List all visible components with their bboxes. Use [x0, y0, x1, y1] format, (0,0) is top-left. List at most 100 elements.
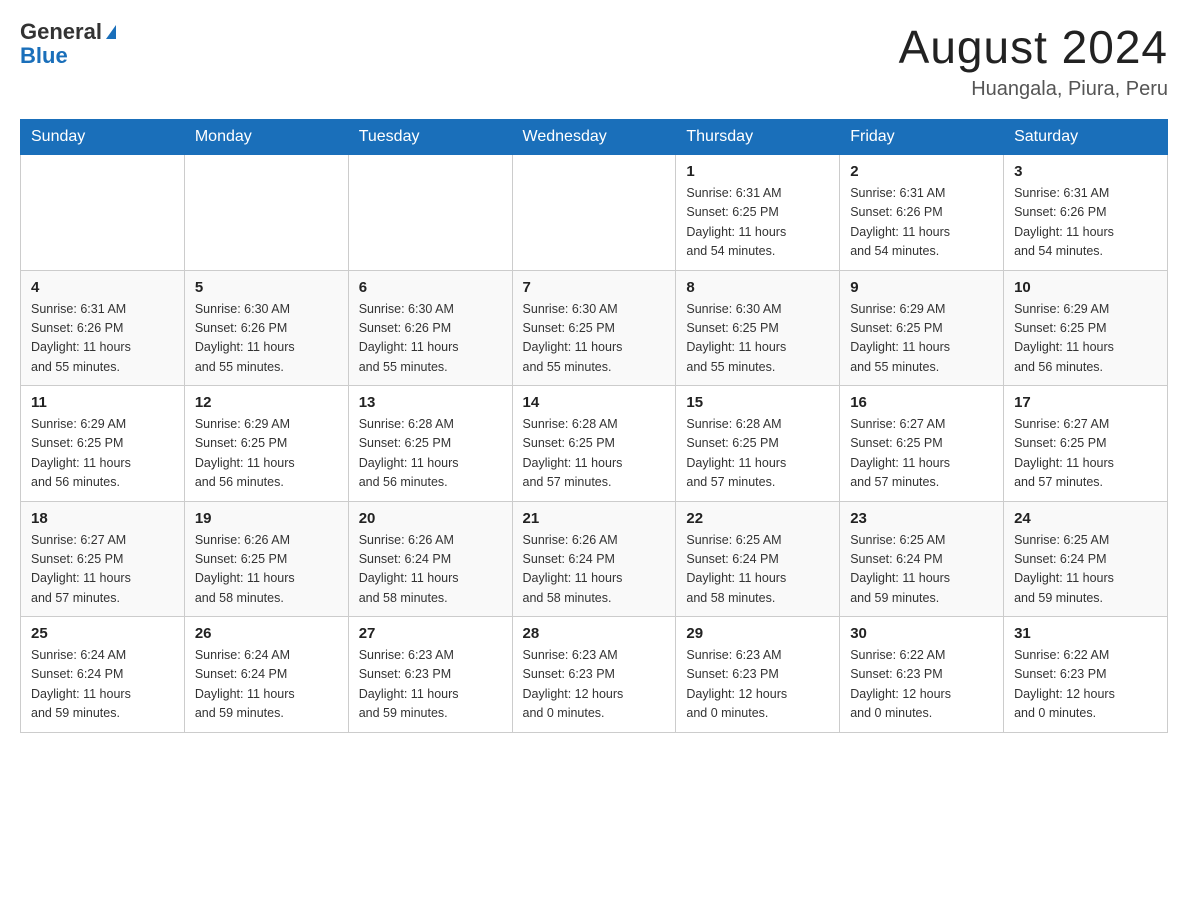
weekday-header-monday: Monday: [184, 120, 348, 155]
day-info: Sunrise: 6:25 AMSunset: 6:24 PMDaylight:…: [850, 531, 993, 609]
calendar-cell: [512, 155, 676, 271]
day-number: 1: [686, 163, 829, 180]
weekday-header-thursday: Thursday: [676, 120, 840, 155]
calendar-cell: 6 Sunrise: 6:30 AMSunset: 6:26 PMDaylight…: [348, 270, 512, 386]
day-number: 4: [31, 279, 174, 296]
calendar-cell: 31 Sunrise: 6:22 AMSunset: 6:23 PMDayligh…: [1004, 617, 1168, 733]
calendar-cell: 21 Sunrise: 6:26 AMSunset: 6:24 PMDayligh…: [512, 501, 676, 617]
day-info: Sunrise: 6:22 AMSunset: 6:23 PMDaylight:…: [850, 646, 993, 724]
day-info: Sunrise: 6:30 AMSunset: 6:26 PMDaylight:…: [359, 300, 502, 378]
calendar-cell: 25 Sunrise: 6:24 AMSunset: 6:24 PMDayligh…: [21, 617, 185, 733]
month-title: August 2024: [899, 20, 1168, 74]
day-info: Sunrise: 6:23 AMSunset: 6:23 PMDaylight:…: [359, 646, 502, 724]
day-info: Sunrise: 6:31 AMSunset: 6:26 PMDaylight:…: [1014, 184, 1157, 262]
day-info: Sunrise: 6:30 AMSunset: 6:25 PMDaylight:…: [686, 300, 829, 378]
day-number: 10: [1014, 279, 1157, 296]
day-number: 3: [1014, 163, 1157, 180]
calendar-cell: 23Sunrise: 6:25 AMSunset: 6:24 PMDayligh…: [840, 501, 1004, 617]
day-info: Sunrise: 6:22 AMSunset: 6:23 PMDaylight:…: [1014, 646, 1157, 724]
calendar-cell: 1 Sunrise: 6:31 AMSunset: 6:25 PMDaylight…: [676, 155, 840, 271]
day-number: 13: [359, 394, 502, 411]
calendar-cell: 4 Sunrise: 6:31 AMSunset: 6:26 PMDaylight…: [21, 270, 185, 386]
calendar-cell: 30 Sunrise: 6:22 AMSunset: 6:23 PMDayligh…: [840, 617, 1004, 733]
day-number: 18: [31, 510, 174, 527]
weekday-header-row: SundayMondayTuesdayWednesdayThursdayFrid…: [21, 120, 1168, 155]
day-info: Sunrise: 6:30 AMSunset: 6:26 PMDaylight:…: [195, 300, 338, 378]
calendar-cell: 26 Sunrise: 6:24 AMSunset: 6:24 PMDayligh…: [184, 617, 348, 733]
logo-general-text: General: [20, 20, 102, 44]
day-number: 12: [195, 394, 338, 411]
day-number: 28: [523, 625, 666, 642]
day-info: Sunrise: 6:31 AMSunset: 6:26 PMDaylight:…: [850, 184, 993, 262]
day-number: 6: [359, 279, 502, 296]
week-row-2: 4 Sunrise: 6:31 AMSunset: 6:26 PMDaylight…: [21, 270, 1168, 386]
weekday-header-sunday: Sunday: [21, 120, 185, 155]
day-number: 15: [686, 394, 829, 411]
calendar-cell: 15 Sunrise: 6:28 AMSunset: 6:25 PMDayligh…: [676, 386, 840, 502]
day-info: Sunrise: 6:24 AMSunset: 6:24 PMDaylight:…: [31, 646, 174, 724]
day-number: 14: [523, 394, 666, 411]
calendar-cell: 27Sunrise: 6:23 AMSunset: 6:23 PMDayligh…: [348, 617, 512, 733]
day-info: Sunrise: 6:26 AMSunset: 6:24 PMDaylight:…: [523, 531, 666, 609]
calendar-cell: 19 Sunrise: 6:26 AMSunset: 6:25 PMDayligh…: [184, 501, 348, 617]
calendar-cell: 28Sunrise: 6:23 AMSunset: 6:23 PMDayligh…: [512, 617, 676, 733]
day-number: 11: [31, 394, 174, 411]
day-info: Sunrise: 6:29 AMSunset: 6:25 PMDaylight:…: [850, 300, 993, 378]
day-info: Sunrise: 6:27 AMSunset: 6:25 PMDaylight:…: [1014, 415, 1157, 493]
day-number: 9: [850, 279, 993, 296]
day-info: Sunrise: 6:28 AMSunset: 6:25 PMDaylight:…: [686, 415, 829, 493]
day-number: 31: [1014, 625, 1157, 642]
calendar-cell: 5 Sunrise: 6:30 AMSunset: 6:26 PMDaylight…: [184, 270, 348, 386]
calendar-cell: 10Sunrise: 6:29 AMSunset: 6:25 PMDayligh…: [1004, 270, 1168, 386]
day-number: 22: [686, 510, 829, 527]
page-header: General Blue August 2024 Huangala, Piura…: [20, 20, 1168, 101]
calendar-cell: 16 Sunrise: 6:27 AMSunset: 6:25 PMDayligh…: [840, 386, 1004, 502]
day-number: 8: [686, 279, 829, 296]
weekday-header-tuesday: Tuesday: [348, 120, 512, 155]
day-info: Sunrise: 6:27 AMSunset: 6:25 PMDaylight:…: [31, 531, 174, 609]
day-number: 20: [359, 510, 502, 527]
day-number: 5: [195, 279, 338, 296]
week-row-1: 1 Sunrise: 6:31 AMSunset: 6:25 PMDaylight…: [21, 155, 1168, 271]
calendar-cell: 18 Sunrise: 6:27 AMSunset: 6:25 PMDayligh…: [21, 501, 185, 617]
logo-triangle-icon: [106, 25, 116, 39]
calendar-cell: 20 Sunrise: 6:26 AMSunset: 6:24 PMDayligh…: [348, 501, 512, 617]
calendar-cell: 14 Sunrise: 6:28 AMSunset: 6:25 PMDayligh…: [512, 386, 676, 502]
day-info: Sunrise: 6:23 AMSunset: 6:23 PMDaylight:…: [686, 646, 829, 724]
day-number: 19: [195, 510, 338, 527]
week-row-5: 25 Sunrise: 6:24 AMSunset: 6:24 PMDayligh…: [21, 617, 1168, 733]
calendar-table: SundayMondayTuesdayWednesdayThursdayFrid…: [20, 119, 1168, 733]
calendar-cell: 17 Sunrise: 6:27 AMSunset: 6:25 PMDayligh…: [1004, 386, 1168, 502]
day-info: Sunrise: 6:31 AMSunset: 6:26 PMDaylight:…: [31, 300, 174, 378]
day-number: 7: [523, 279, 666, 296]
day-info: Sunrise: 6:26 AMSunset: 6:25 PMDaylight:…: [195, 531, 338, 609]
location-title: Huangala, Piura, Peru: [899, 78, 1168, 101]
day-number: 21: [523, 510, 666, 527]
weekday-header-saturday: Saturday: [1004, 120, 1168, 155]
logo: General Blue: [20, 20, 116, 68]
logo-blue-text: Blue: [20, 44, 116, 68]
day-info: Sunrise: 6:31 AMSunset: 6:25 PMDaylight:…: [686, 184, 829, 262]
day-info: Sunrise: 6:26 AMSunset: 6:24 PMDaylight:…: [359, 531, 502, 609]
weekday-header-friday: Friday: [840, 120, 1004, 155]
day-number: 24: [1014, 510, 1157, 527]
calendar-cell: 13Sunrise: 6:28 AMSunset: 6:25 PMDayligh…: [348, 386, 512, 502]
day-number: 29: [686, 625, 829, 642]
day-number: 25: [31, 625, 174, 642]
day-number: 30: [850, 625, 993, 642]
calendar-cell: 7Sunrise: 6:30 AMSunset: 6:25 PMDaylight…: [512, 270, 676, 386]
calendar-cell: 22Sunrise: 6:25 AMSunset: 6:24 PMDayligh…: [676, 501, 840, 617]
day-info: Sunrise: 6:29 AMSunset: 6:25 PMDaylight:…: [195, 415, 338, 493]
day-number: 26: [195, 625, 338, 642]
day-number: 17: [1014, 394, 1157, 411]
day-info: Sunrise: 6:24 AMSunset: 6:24 PMDaylight:…: [195, 646, 338, 724]
day-info: Sunrise: 6:27 AMSunset: 6:25 PMDaylight:…: [850, 415, 993, 493]
week-row-4: 18 Sunrise: 6:27 AMSunset: 6:25 PMDayligh…: [21, 501, 1168, 617]
day-info: Sunrise: 6:28 AMSunset: 6:25 PMDaylight:…: [523, 415, 666, 493]
title-block: August 2024 Huangala, Piura, Peru: [899, 20, 1168, 101]
day-number: 16: [850, 394, 993, 411]
calendar-cell: 8 Sunrise: 6:30 AMSunset: 6:25 PMDaylight…: [676, 270, 840, 386]
calendar-cell: [348, 155, 512, 271]
calendar-cell: 2Sunrise: 6:31 AMSunset: 6:26 PMDaylight…: [840, 155, 1004, 271]
day-info: Sunrise: 6:29 AMSunset: 6:25 PMDaylight:…: [31, 415, 174, 493]
